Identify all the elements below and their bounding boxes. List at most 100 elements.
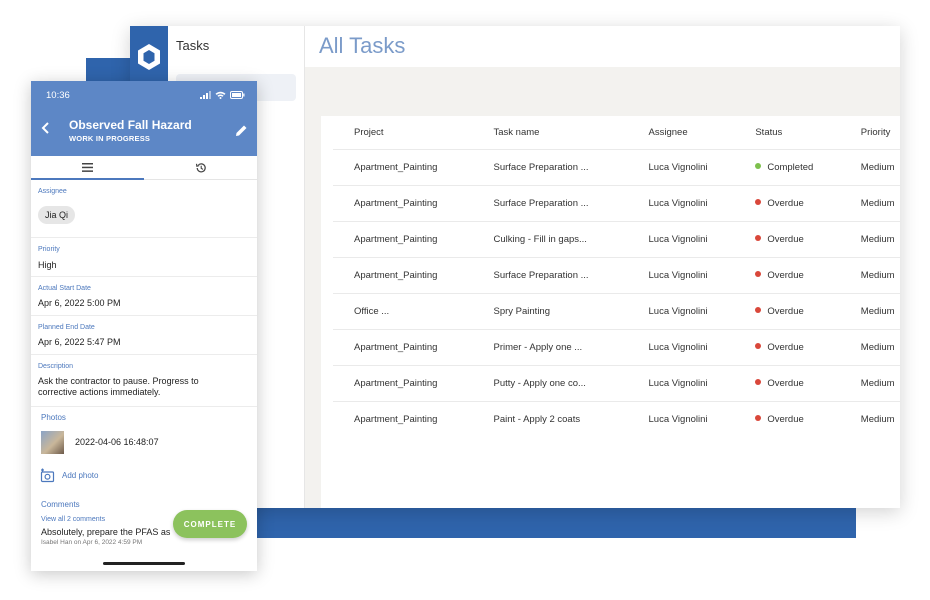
status-dot xyxy=(755,270,762,277)
status-dot xyxy=(755,198,762,205)
comment-text: Absolutely, prepare the PFAS as xyxy=(41,527,171,537)
tasks-table: Project Task name Assignee Status Priori… xyxy=(333,116,900,437)
tab-history[interactable] xyxy=(144,156,257,180)
signal-icon xyxy=(200,91,211,99)
cell-project: Apartment_Painting xyxy=(333,256,473,293)
cell-status: Overdue xyxy=(734,256,840,293)
sidebar-title: Tasks xyxy=(176,38,210,53)
table-row[interactable]: Office ... Spry Painting Luca Vignolini Ove… xyxy=(333,292,900,329)
column-header-task-name[interactable]: Task name xyxy=(473,116,628,149)
description-line-2: corrective actions immediately. xyxy=(38,387,161,397)
status-dot xyxy=(755,162,762,169)
end-date-value: Apr 6, 2022 5:47 PM xyxy=(38,337,121,347)
cell-task-name: Paint - Apply 2 coats xyxy=(472,400,628,437)
cell-project: Apartment_Painting xyxy=(333,328,473,365)
status-dot xyxy=(755,342,762,349)
table-row[interactable]: Apartment_Painting Paint - Apply 2 coats L… xyxy=(333,400,900,437)
main-panel: All Tasks Project Task name Assignee Sta… xyxy=(305,26,900,508)
field-planned-end-date: Planned End Date Apr 6, 2022 5:47 PM xyxy=(31,316,257,355)
priority-value: High xyxy=(38,260,57,270)
cell-status: Overdue xyxy=(734,292,840,329)
cell-project: Apartment_Painting xyxy=(333,148,473,185)
table-row[interactable]: Apartment_Painting Surface Preparation ..… xyxy=(333,184,900,221)
cell-task-name: Surface Preparation ... xyxy=(472,184,628,221)
phone-screen: 10:36 Observed Fall Hazard WORK IN PROGR… xyxy=(31,81,257,571)
status-dot xyxy=(755,414,762,421)
cell-task-name: Primer - Apply one ... xyxy=(472,328,628,365)
assignee-chip[interactable]: Jia Qi xyxy=(38,206,76,224)
cell-task-name: Putty - Apply one co... xyxy=(472,364,628,401)
cell-project: Apartment_Painting xyxy=(333,184,473,221)
column-header-project[interactable]: Project xyxy=(333,116,473,149)
status-text: Completed xyxy=(767,161,814,173)
start-date-value: Apr 6, 2022 5:00 PM xyxy=(38,298,121,308)
background-accent-bar xyxy=(250,508,856,538)
cell-project: Apartment_Painting xyxy=(333,220,473,257)
tab-details[interactable] xyxy=(31,156,144,180)
tasks-table-card: Project Task name Assignee Status Priori… xyxy=(321,116,900,508)
cell-project: Apartment_Painting xyxy=(333,400,473,437)
table-row[interactable]: Apartment_Painting Surface Preparation ..… xyxy=(333,256,900,293)
cell-status: Completed xyxy=(734,148,840,185)
comment-meta: Isabel Han on Apr 6, 2022 4:59 PM xyxy=(41,539,143,546)
photo-timestamp[interactable]: 2022-04-06 16:48:07 xyxy=(75,437,159,447)
cell-priority: Medium xyxy=(839,292,900,329)
cell-task-name: Surface Preparation ... xyxy=(472,256,628,293)
cell-assignee: Luca Vignolini xyxy=(627,292,735,329)
status-dot xyxy=(755,378,762,385)
cell-priority: Medium xyxy=(839,364,900,401)
photo-thumbnail[interactable] xyxy=(41,431,64,454)
cell-assignee: Luca Vignolini xyxy=(627,148,735,185)
column-header-status[interactable]: Status xyxy=(734,116,839,149)
cell-task-name: Culking - Fill in gaps... xyxy=(472,220,628,257)
start-date-label: Actual Start Date xyxy=(38,285,91,292)
assignee-label: Assignee xyxy=(38,188,67,195)
logo-icon xyxy=(138,44,160,70)
table-row[interactable]: Apartment_Painting Culking - Fill in gaps… xyxy=(333,220,900,257)
phone-tabs xyxy=(31,156,257,180)
end-date-label: Planned End Date xyxy=(38,324,95,331)
app-logo[interactable] xyxy=(130,26,168,88)
description-line-1: Ask the contractor to pause. Progress to xyxy=(38,376,199,386)
table-row[interactable]: Apartment_Painting Primer - Apply one ...… xyxy=(333,328,900,365)
task-details: Assignee Jia Qi Priority High Actual Sta… xyxy=(31,180,257,571)
view-all-comments-link[interactable]: View all 2 comments xyxy=(41,516,105,523)
add-photo-icon[interactable] xyxy=(40,468,55,483)
description-label: Description xyxy=(38,363,74,370)
cell-status: Overdue xyxy=(734,400,840,437)
phone-header: 10:36 Observed Fall Hazard WORK IN PROGR… xyxy=(31,81,257,156)
battery-icon xyxy=(230,91,245,99)
cell-task-name: Surface Preparation ... xyxy=(472,148,628,185)
status-bar-time: 10:36 xyxy=(46,90,70,101)
table-row[interactable]: Apartment_Painting Putty - Apply one co..… xyxy=(333,364,900,401)
status-text: Overdue xyxy=(767,341,804,353)
cell-task-name: Spry Painting xyxy=(472,292,628,329)
status-text: Overdue xyxy=(767,305,804,317)
table-header-row: Project Task name Assignee Status Priori… xyxy=(333,116,900,149)
cell-assignee: Luca Vignolini xyxy=(627,364,735,401)
menu-lines-icon xyxy=(82,162,93,172)
cell-project: Office ... xyxy=(333,292,473,329)
complete-button[interactable]: COMPLETE xyxy=(173,510,247,538)
status-text: Overdue xyxy=(767,197,804,209)
cell-assignee: Luca Vignolini xyxy=(627,184,735,221)
cell-priority: Medium xyxy=(839,328,900,365)
status-text: Overdue xyxy=(767,233,804,245)
add-photo-link[interactable]: Add photo xyxy=(62,471,98,480)
cell-status: Overdue xyxy=(734,184,840,221)
cell-priority: Medium xyxy=(839,400,900,437)
column-header-assignee[interactable]: Assignee xyxy=(628,116,735,149)
cell-status: Overdue xyxy=(734,364,840,401)
task-status-label: WORK IN PROGRESS xyxy=(69,134,151,143)
edit-pencil-icon[interactable] xyxy=(235,124,248,137)
status-text: Overdue xyxy=(767,269,804,281)
column-header-priority[interactable]: Priority xyxy=(840,116,900,149)
field-actual-start-date: Actual Start Date Apr 6, 2022 5:00 PM xyxy=(31,277,257,316)
field-assignee: Assignee Jia Qi xyxy=(31,180,257,238)
cell-project: Apartment_Painting xyxy=(333,364,473,401)
back-arrow-icon[interactable] xyxy=(39,121,53,135)
table-row[interactable]: Apartment_Painting Surface Preparation ..… xyxy=(333,148,900,185)
home-indicator xyxy=(103,562,185,565)
cell-assignee: Luca Vignolini xyxy=(627,256,735,293)
status-text: Overdue xyxy=(767,413,804,425)
